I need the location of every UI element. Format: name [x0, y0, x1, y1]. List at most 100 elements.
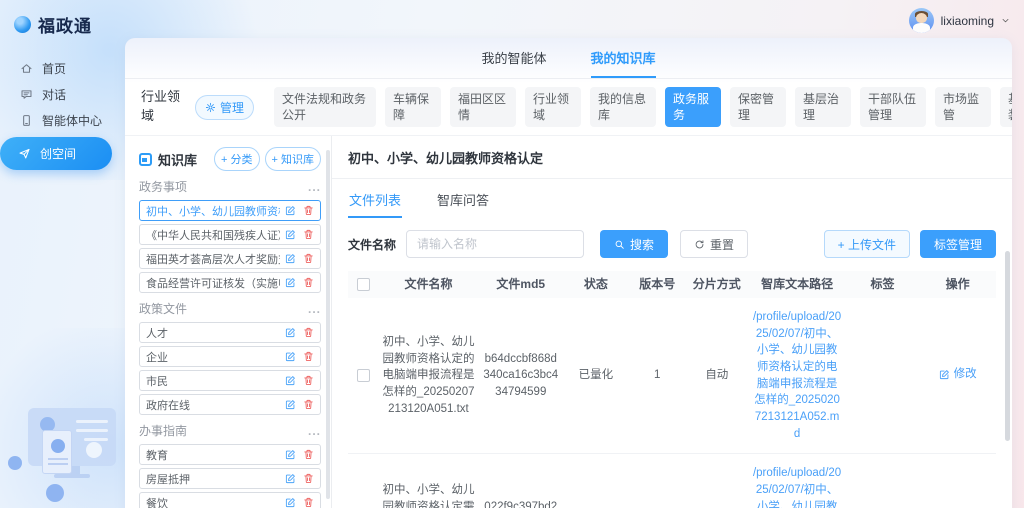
user-menu[interactable]: lixiaoming	[909, 8, 1010, 33]
list-item[interactable]: 福田英才荟高层次人才奖励支持	[139, 248, 321, 269]
col-file-name: 文件名称	[378, 276, 479, 293]
trash-icon[interactable]	[303, 449, 314, 460]
sidebar: 福政通 首页 对话 智能体中心 创空间	[0, 0, 118, 508]
manage-button[interactable]: 管理	[195, 95, 254, 120]
search-bar: 文件名称 搜索 重置 + 上传文件 标签管理	[348, 230, 996, 258]
avatar	[909, 8, 934, 33]
sidebar-item-agent-center[interactable]: 智能体中心	[0, 107, 118, 133]
text-path-link[interactable]: /profile/upload/2025/02/07/初中、小学、幼儿园教师资格…	[748, 309, 845, 442]
edit-icon[interactable]	[285, 473, 296, 484]
tab-my-knowledge-bases[interactable]: 我的知识库	[591, 48, 656, 78]
industry-chip[interactable]: 车辆保障	[385, 87, 441, 127]
sidebar-item-label: 创空间	[40, 145, 76, 162]
col-version: 版本号	[629, 276, 685, 293]
upload-file-button[interactable]: + 上传文件	[824, 230, 910, 258]
edit-icon[interactable]	[285, 351, 296, 362]
text-path-link[interactable]: /profile/upload/2025/02/07/初中、小学、幼儿园教师资格…	[748, 465, 845, 508]
col-file-md5: 文件md5	[479, 276, 563, 293]
modify-button[interactable]: 修改	[939, 366, 977, 383]
edit-icon[interactable]	[285, 327, 296, 338]
trash-icon[interactable]	[303, 399, 314, 410]
industry-chips: 文件法规和政务公开 车辆保障 福田区区情 行业领域 我的信息库 政务服务 保密管…	[274, 87, 1012, 127]
kb-icon	[139, 153, 152, 166]
home-icon	[20, 62, 33, 75]
list-item[interactable]: 人才	[139, 322, 321, 343]
industry-chip[interactable]: 文件法规和政务公开	[274, 87, 376, 127]
kb-group-header: 办事指南 ...	[139, 422, 321, 439]
tag-manage-button[interactable]: 标签管理	[920, 230, 996, 258]
detail-panel: 初中、小学、幼儿园教师资格认定 文件列表 智库问答 文件名称 搜索 重置 + 上	[331, 136, 1012, 508]
kb-group-header: 政策文件 ...	[139, 300, 321, 317]
edit-icon[interactable]	[285, 497, 296, 508]
search-input[interactable]	[406, 230, 584, 258]
tab-kb-qa[interactable]: 智库问答	[436, 181, 490, 218]
tab-my-agents[interactable]: 我的智能体	[481, 48, 546, 78]
edit-icon[interactable]	[285, 277, 296, 288]
chevron-down-icon	[1001, 16, 1010, 25]
list-item[interactable]: 《中华人民共和国残疾人证》...	[139, 224, 321, 245]
industry-chip[interactable]: 我的信息库	[590, 87, 656, 127]
industry-chip-active[interactable]: 政务服务	[665, 87, 721, 127]
col-tag: 标签	[846, 276, 919, 293]
sidebar-item-label: 对话	[42, 86, 66, 103]
sidebar-item-home[interactable]: 首页	[0, 55, 118, 81]
add-category-button[interactable]: + 分类	[214, 147, 259, 171]
trash-icon[interactable]	[303, 327, 314, 338]
trash-icon[interactable]	[303, 277, 314, 288]
edit-icon[interactable]	[285, 399, 296, 410]
edit-icon[interactable]	[285, 449, 296, 460]
trash-icon[interactable]	[303, 375, 314, 386]
industry-chip[interactable]: 基层治理	[795, 87, 851, 127]
search-icon	[614, 239, 625, 250]
trash-icon[interactable]	[303, 497, 314, 508]
file-name: 初中、小学、幼儿园教师资格认定需要什么申请材料_20250207213127A0…	[378, 482, 479, 508]
row-checkbox[interactable]	[357, 369, 370, 382]
col-chunk-mode: 分片方式	[685, 276, 748, 293]
trash-icon[interactable]	[303, 205, 314, 216]
kb-panel: 知识库 + 分类 + 知识库 政务事项 ... 初中、小学、幼儿园教师资格...…	[125, 136, 331, 508]
list-item[interactable]: 市民	[139, 370, 321, 391]
more-icon[interactable]: ...	[308, 180, 321, 194]
edit-icon[interactable]	[285, 253, 296, 264]
edit-icon[interactable]	[285, 205, 296, 216]
send-icon	[18, 147, 31, 160]
trash-icon[interactable]	[303, 473, 314, 484]
add-kb-button[interactable]: + 知识库	[265, 147, 321, 171]
select-all-checkbox[interactable]	[357, 278, 370, 291]
sidebar-item-label: 首页	[42, 60, 66, 77]
tab-file-list[interactable]: 文件列表	[348, 181, 402, 218]
reset-button[interactable]: 重置	[680, 230, 748, 258]
edit-icon[interactable]	[285, 375, 296, 386]
sidebar-item-create-space[interactable]: 创空间	[0, 137, 112, 170]
trash-icon[interactable]	[303, 253, 314, 264]
list-item[interactable]: 餐饮	[139, 492, 321, 508]
search-field-label: 文件名称	[348, 236, 396, 253]
chunk-mode: 自动	[685, 367, 748, 384]
kb-panel-title: 知识库	[158, 150, 209, 169]
scrollbar[interactable]	[326, 150, 330, 499]
main-tab-bar: 我的智能体 我的知识库	[125, 38, 1012, 79]
more-icon[interactable]: ...	[308, 424, 321, 438]
list-item[interactable]: 房屋抵押	[139, 468, 321, 489]
more-icon[interactable]: ...	[308, 302, 321, 316]
list-item[interactable]: 食品经营许可证核发（实施申...	[139, 272, 321, 293]
industry-bar: 行业领域 管理 文件法规和政务公开 车辆保障 福田区区情 行业领域 我的信息库 …	[125, 79, 1012, 136]
list-item[interactable]: 企业	[139, 346, 321, 367]
list-item[interactable]: 政府在线	[139, 394, 321, 415]
industry-chip[interactable]: 干部队伍管理	[860, 87, 926, 127]
search-button[interactable]: 搜索	[600, 230, 668, 258]
edit-icon	[939, 369, 950, 380]
industry-chip[interactable]: 行业领域	[525, 87, 581, 127]
trash-icon[interactable]	[303, 229, 314, 240]
industry-chip[interactable]: 保密管理	[730, 87, 786, 127]
page-title: 初中、小学、幼儿园教师资格认定	[348, 148, 996, 167]
sidebar-item-chat[interactable]: 对话	[0, 81, 118, 107]
industry-chip[interactable]: 基层武装	[1000, 87, 1012, 127]
scrollbar[interactable]	[1005, 251, 1010, 441]
edit-icon[interactable]	[285, 229, 296, 240]
list-item[interactable]: 初中、小学、幼儿园教师资格...	[139, 200, 321, 221]
industry-chip[interactable]: 福田区区情	[450, 87, 516, 127]
trash-icon[interactable]	[303, 351, 314, 362]
list-item[interactable]: 教育	[139, 444, 321, 465]
industry-chip[interactable]: 市场监管	[935, 87, 991, 127]
